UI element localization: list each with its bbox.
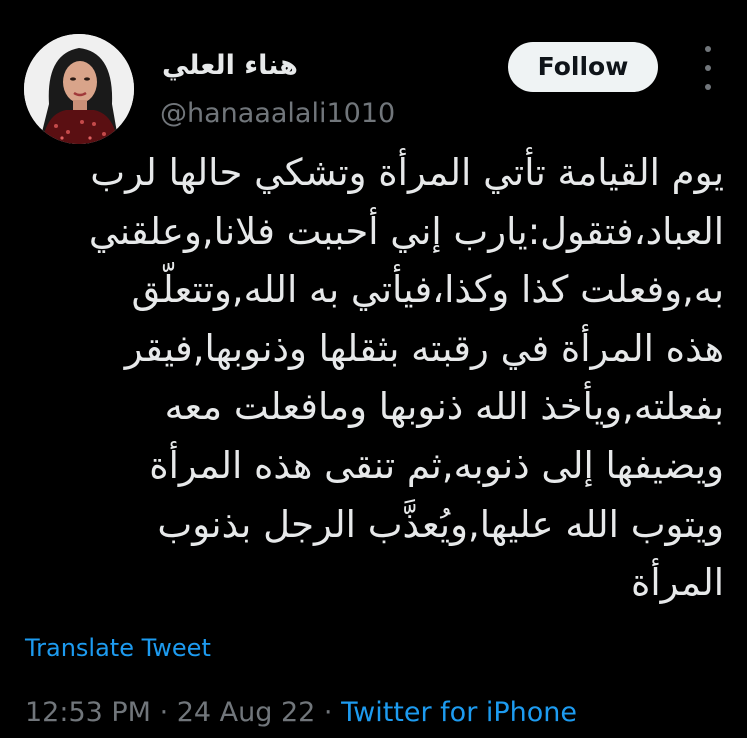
tweet-text-line: هذه المرأة في رقبته بثقلها وذنوبها,فيقر xyxy=(124,326,724,370)
tweet-meta: 12:53 PM · 24 Aug 22 · Twitter for iPhon… xyxy=(25,695,577,731)
more-dot xyxy=(705,84,711,90)
more-dot xyxy=(705,65,711,71)
tweet-text-line: المرأة xyxy=(630,561,724,605)
tweet-text-line: ويضيفها إلى ذنوبه,ثم تنقى هذه المرأة xyxy=(149,443,724,487)
avatar[interactable] xyxy=(24,34,134,144)
tweet-date[interactable]: 24 Aug 22 xyxy=(177,697,316,728)
follow-button[interactable]: Follow xyxy=(508,42,658,92)
tweet-source-link[interactable]: Twitter for iPhone xyxy=(341,697,577,728)
tweet-text: يوم القيامة تأتي المرأة وتشكي حالها لرب … xyxy=(20,144,724,613)
more-vertical-icon[interactable] xyxy=(698,46,718,90)
tweet-text-line: يوم القيامة تأتي المرأة وتشكي حالها لرب xyxy=(90,151,724,194)
tweet-text-line: به,وفعلت كذا وكذا،فيأتي به الله,وتتعلّق xyxy=(131,268,724,312)
author-display-name[interactable]: هناء العلي xyxy=(158,49,298,83)
tweet-text-line: العباد،فتقول:يارب إني أحببت فلانا,وعلقني xyxy=(88,209,724,253)
more-dot xyxy=(705,46,711,52)
avatar-image xyxy=(24,34,134,144)
meta-separator: · xyxy=(150,697,177,728)
meta-separator: · xyxy=(315,697,342,728)
author-handle[interactable]: @hanaaalali1010 xyxy=(160,97,395,131)
tweet-text-line: ويتوب الله عليها,ويُعذَّب الرجل بذنوب xyxy=(157,502,724,546)
tweet-time[interactable]: 12:53 PM xyxy=(25,697,151,728)
translate-tweet-link[interactable]: Translate Tweet xyxy=(25,632,211,664)
tweet-text-line: بفعلته,ويأخذ الله ذنوبها ومافعلت معه xyxy=(164,385,724,429)
tweet-card: هناء العلي @hanaaalali1010 Follow يوم ال… xyxy=(0,0,747,738)
